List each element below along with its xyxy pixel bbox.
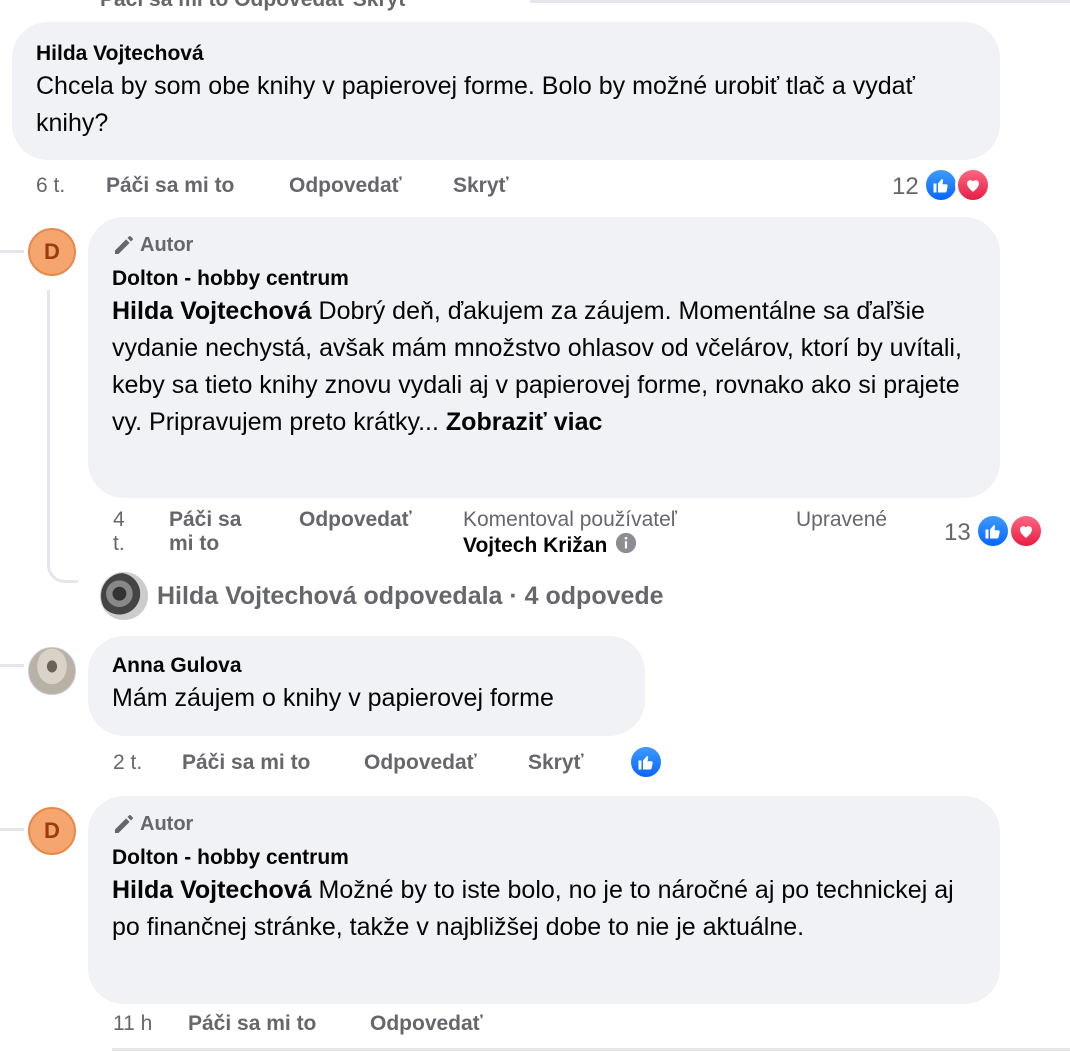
author-badge: Autor <box>112 233 976 257</box>
comment-time[interactable]: 6 t. <box>36 174 65 198</box>
info-icon[interactable] <box>615 532 637 560</box>
commented-by: Komentoval používateľ Vojtech Križan <box>463 508 677 560</box>
thread-line <box>47 290 78 583</box>
comment-author[interactable]: Anna Gulova <box>112 654 621 678</box>
reply-button[interactable]: Odpovedať <box>289 174 402 198</box>
avatar[interactable] <box>28 647 76 695</box>
reply-time[interactable]: 4 t. <box>113 508 125 556</box>
reply-button[interactable]: Odpovedať <box>370 1012 483 1036</box>
commented-by-label: Komentoval používateľ <box>463 508 677 531</box>
reply-time-line: 4 <box>113 508 125 531</box>
like-button[interactable]: Páči sa mi to <box>188 1012 316 1036</box>
divider <box>112 1048 1070 1051</box>
avatar[interactable]: D <box>28 807 76 855</box>
hide-button[interactable]: Skryť <box>453 174 509 198</box>
see-more-link[interactable]: Zobraziť viac <box>446 408 602 436</box>
reply-bubble: Autor Dolton - hobby centrum Hilda Vojte… <box>88 796 1000 1004</box>
comment-bubble: Anna Gulova Mám záujem o knihy v papiero… <box>88 636 645 736</box>
comment-time[interactable]: 2 t. <box>113 751 142 775</box>
like-label-line: mi to <box>169 532 220 555</box>
reply-author[interactable]: Dolton - hobby centrum <box>112 267 976 291</box>
reply-text: Hilda Vojtechová Dobrý deň, ďakujem za z… <box>112 293 976 441</box>
comment-bubble: Hilda Vojtechová Chcela by som obe knihy… <box>12 22 1000 160</box>
like-button[interactable]: Páči sa mi to <box>169 508 241 556</box>
avatar[interactable] <box>100 572 148 620</box>
like-reaction-icon <box>923 167 959 203</box>
reply-button[interactable]: Odpovedať <box>364 751 477 775</box>
thread-connector <box>0 250 24 253</box>
author-badge-label: Autor <box>140 233 194 256</box>
reply-text: Hilda Vojtechová Možné by to iste bolo, … <box>112 872 976 946</box>
hide-button[interactable]: Skryť <box>528 751 584 775</box>
mention-link[interactable]: Hilda Vojtechová <box>112 297 312 325</box>
previous-actions-fragment: Páči sa mi to Odpovedať Skryť <box>100 0 408 12</box>
commented-by-name[interactable]: Vojtech Križan <box>463 534 607 558</box>
reply-time[interactable]: 11 h <box>113 1012 152 1036</box>
edited-label[interactable]: Upravené <box>796 508 887 532</box>
like-reaction-icon <box>975 513 1011 549</box>
author-badge: Autor <box>112 812 976 836</box>
author-badge-label: Autor <box>140 812 194 835</box>
comment-text: Mám záujem o knihy v papierovej forme <box>112 684 554 712</box>
thread-connector <box>0 828 24 831</box>
love-reaction-icon <box>955 167 991 203</box>
reply-bubble: Autor Dolton - hobby centrum Hilda Vojte… <box>88 217 1000 498</box>
pencil-icon <box>112 233 136 257</box>
like-label-line: Páči sa <box>169 508 242 531</box>
like-button[interactable]: Páči sa mi to <box>182 751 310 775</box>
reply-time-line: t. <box>113 532 125 555</box>
comment-author[interactable]: Hilda Vojtechová <box>36 42 976 66</box>
reply-author[interactable]: Dolton - hobby centrum <box>112 846 976 870</box>
love-reaction-icon <box>1008 513 1044 549</box>
avatar[interactable]: D <box>28 228 76 276</box>
like-reaction-icon[interactable] <box>628 744 664 780</box>
comment-text: Chcela by som obe knihy v papierovej for… <box>36 72 915 137</box>
pencil-icon <box>112 812 136 836</box>
view-replies-link[interactable]: Hilda Vojtechová odpovedala · 4 odpovede <box>157 582 664 611</box>
divider <box>530 0 1070 3</box>
like-button[interactable]: Páči sa mi to <box>106 174 234 198</box>
thread-connector <box>0 664 24 667</box>
reply-button[interactable]: Odpovedať <box>299 508 412 532</box>
reaction-count[interactable]: 13 <box>944 519 971 547</box>
mention-link[interactable]: Hilda Vojtechová <box>112 876 312 904</box>
reaction-count[interactable]: 12 <box>892 173 919 201</box>
